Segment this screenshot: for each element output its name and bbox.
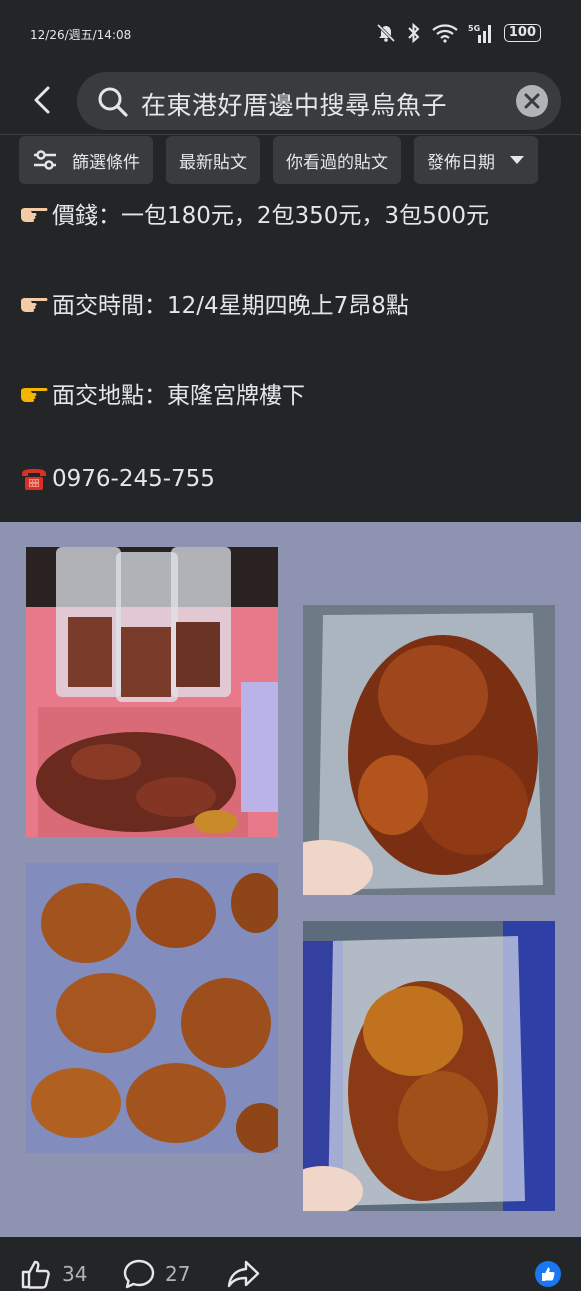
reaction-like-badge bbox=[535, 1261, 561, 1287]
photo-many-packs[interactable] bbox=[26, 863, 278, 1153]
back-arrow-icon bbox=[34, 86, 50, 114]
bluetooth-icon bbox=[406, 23, 422, 43]
chevron-down-icon bbox=[510, 156, 524, 164]
photo-single-pack[interactable] bbox=[303, 921, 555, 1211]
close-icon bbox=[524, 93, 540, 109]
mute-icon bbox=[376, 23, 396, 43]
post-line-price: 價錢：一包180元，2包350元，3包500元 bbox=[19, 196, 489, 230]
search-icon bbox=[97, 86, 129, 122]
filter-chip-options[interactable]: 篩選條件 bbox=[19, 136, 153, 184]
post-action-bar: 34 27 bbox=[0, 1237, 581, 1289]
filter-chip-seen[interactable]: 你看過的貼文 bbox=[273, 136, 401, 184]
filter-chip-label: 最新貼文 bbox=[179, 152, 247, 173]
filter-chip-label: 發佈日期 bbox=[427, 152, 495, 173]
filter-bar: 篩選條件 最新貼文 你看過的貼文 發佈日期 bbox=[19, 136, 538, 184]
pointing-hand-icon bbox=[21, 388, 48, 402]
header-divider bbox=[0, 134, 581, 135]
clear-search-button[interactable] bbox=[516, 85, 548, 117]
telephone-icon bbox=[22, 469, 46, 490]
back-button[interactable] bbox=[26, 82, 62, 118]
like-count: 34 bbox=[62, 1262, 88, 1286]
status-icons: 5G 100 bbox=[376, 22, 541, 44]
pointing-hand-icon bbox=[21, 208, 48, 222]
pointing-hand-icon bbox=[21, 298, 48, 312]
photo-hand-pack[interactable] bbox=[303, 605, 555, 895]
filter-chip-latest[interactable]: 最新貼文 bbox=[166, 136, 260, 184]
search-field[interactable]: 在東港好厝邊中搜尋烏魚子 bbox=[77, 72, 561, 130]
wifi-icon bbox=[432, 23, 458, 43]
filter-chip-label: 你看過的貼文 bbox=[286, 152, 388, 173]
sliders-icon bbox=[34, 150, 56, 170]
comment-icon bbox=[123, 1259, 155, 1289]
status-time: 12/26/週五/14:08 bbox=[30, 28, 132, 42]
battery-indicator: 100 bbox=[503, 24, 541, 42]
photo-collage bbox=[0, 522, 581, 1237]
comment-count: 27 bbox=[165, 1262, 191, 1286]
comment-button[interactable]: 27 bbox=[123, 1259, 190, 1289]
post-line-location: 面交地點：東隆宮牌樓下 bbox=[19, 376, 305, 410]
filter-chip-label: 篩選條件 bbox=[72, 152, 140, 173]
thumbs-up-icon bbox=[542, 1267, 555, 1281]
filter-chip-date[interactable]: 發佈日期 bbox=[414, 136, 538, 184]
search-query[interactable]: 在東港好厝邊中搜尋烏魚子 bbox=[141, 86, 447, 122]
share-button[interactable] bbox=[227, 1259, 271, 1289]
post-line-time: 面交時間：12/4星期四晚上7昂8點 bbox=[19, 286, 409, 320]
status-bar: 12/26/週五/14:08 5G 100 bbox=[0, 0, 581, 70]
like-button[interactable]: 34 bbox=[20, 1259, 87, 1289]
svg-text:5G: 5G bbox=[468, 24, 480, 33]
search-header: 在東港好厝邊中搜尋烏魚子 bbox=[0, 70, 581, 132]
post-line-phone: 0976-245-755 bbox=[19, 466, 215, 492]
share-icon bbox=[227, 1260, 260, 1288]
signal-icon: 5G bbox=[468, 22, 494, 44]
thumbs-up-icon bbox=[21, 1260, 50, 1289]
photo-tray[interactable] bbox=[26, 547, 278, 837]
